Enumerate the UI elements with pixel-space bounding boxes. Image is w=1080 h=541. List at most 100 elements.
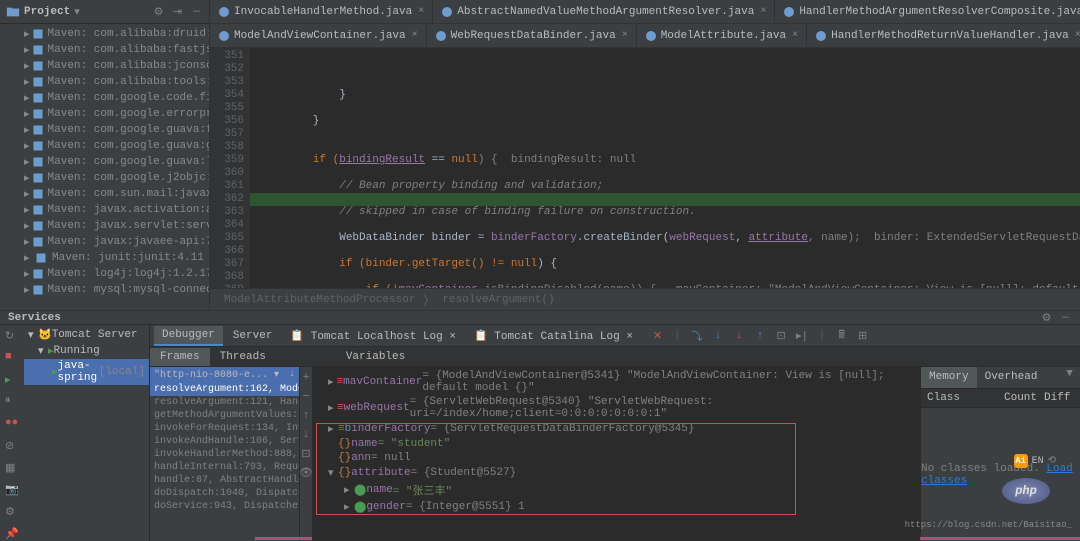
layout-icon[interactable]: ▦ <box>5 461 19 475</box>
var-row[interactable]: ▾{} attribute = {Student@5527} <box>312 465 920 481</box>
var-row[interactable]: ▸⬤ gender = {Integer@5551} 1 <box>312 499 920 515</box>
settings-icon[interactable]: ⚙ <box>152 5 165 18</box>
view-breakpoints-icon[interactable]: ●● <box>5 417 19 431</box>
step-out-icon[interactable]: ↑ <box>754 329 767 342</box>
tree-item[interactable]: ▸Maven: javax.servlet:servlet-api:2.5 <box>0 218 209 234</box>
stack-frame[interactable]: doDispatch:1040, DispatcherServlet (or <box>150 487 299 500</box>
java-spring-node[interactable]: ▸ java-spring [local] <box>24 359 149 385</box>
stack-frame[interactable]: invokeAndHandle:106, ServletInvocabl <box>150 435 299 448</box>
tree-item[interactable]: ▸Maven: com.alibaba:druid:1.0.18 <box>0 26 209 42</box>
resume-icon[interactable]: ▸ <box>5 373 19 387</box>
editor-tab[interactable]: ModelAndViewContainer.java× <box>210 24 427 47</box>
code-content[interactable]: } } if (bindingResult == null) { binding… <box>250 48 1080 288</box>
stack-frame[interactable]: doService:943, DispatcherServlet (org. <box>150 500 299 513</box>
editor-tab[interactable]: WebRequestDataBinder.java× <box>427 24 637 47</box>
stack-frame[interactable]: getMethodArgumentValues:167, Invocab <box>150 409 299 422</box>
project-header[interactable]: Project ▾ ⚙ ⇥ — <box>0 0 209 24</box>
tree-item[interactable]: ▸Maven: com.google.guava:listenablefutur… <box>0 154 209 170</box>
tree-item[interactable]: ▸Maven: com.sun.mail:javax.mail:1.5.0 <box>0 186 209 202</box>
editor-tab[interactable]: HandlerMethodArgumentResolverComposite.j… <box>775 0 1080 23</box>
frames-tab[interactable]: Frames <box>150 348 210 366</box>
stack-frame[interactable]: invokeForRequest:134, InvocableHandl <box>150 422 299 435</box>
pin-icon[interactable]: 📌 <box>5 527 19 541</box>
close-icon[interactable]: × <box>412 30 418 41</box>
overhead-tab[interactable]: Overhead <box>977 367 1046 388</box>
tree-item[interactable]: ▸Maven: log4j:log4j:1.2.17 <box>0 266 209 282</box>
camera-icon[interactable]: 📷 <box>5 483 19 497</box>
collapse-icon[interactable]: ⇥ <box>171 5 184 18</box>
settings-icon[interactable]: ⚙ <box>1040 311 1053 324</box>
mute-breakpoints-icon[interactable]: ⊘ <box>5 439 19 453</box>
var-row[interactable]: ▸≡ webRequest = {ServletWebRequest@5340}… <box>312 395 920 421</box>
tree-item[interactable]: ▸Maven: com.alibaba:jconsole:1.8.0 <box>0 58 209 74</box>
hide-icon[interactable]: — <box>1059 311 1072 324</box>
remove-watch-icon[interactable]: − <box>300 390 313 403</box>
variables-tab[interactable]: Variables <box>336 348 415 366</box>
rerun-icon[interactable]: ↻ <box>5 329 19 343</box>
editor-tab[interactable]: ModelAttribute.java× <box>637 24 807 47</box>
var-row[interactable]: {} ann = null <box>312 451 920 465</box>
stack-frame[interactable]: resolveArgument:162, ModelAttributeM <box>150 383 299 396</box>
down-icon[interactable]: ↓ <box>300 428 313 441</box>
drop-frame-icon[interactable]: ⊡ <box>775 329 788 342</box>
threads-tab[interactable]: Threads <box>210 348 276 366</box>
tree-item[interactable]: ▸Maven: com.google.guava:guava:28.0-jre <box>0 138 209 154</box>
stack-frame[interactable]: handleInternal:793, RequestMappingH <box>150 461 299 474</box>
tree-item[interactable]: ▸Maven: javax:javaee-api:7.0 <box>0 234 209 250</box>
stack-frame[interactable]: invokeHandlerMethod:888, RequestMa <box>150 448 299 461</box>
tree-item[interactable]: ▸Maven: com.google.code.findbugs:jsr305:… <box>0 90 209 106</box>
settings-icon[interactable]: ⚙ <box>5 505 19 519</box>
close-icon[interactable]: × <box>760 6 766 17</box>
filter-icon[interactable]: ▼ <box>1063 367 1076 380</box>
thread-selector[interactable]: "http-nio-8080-e... ▾ ↓ <box>150 367 299 383</box>
tab-server[interactable]: Server <box>225 327 281 345</box>
running-node[interactable]: ▾▸ Running <box>24 343 149 359</box>
var-row[interactable]: ▸≡ mavContainer = {ModelAndViewContainer… <box>312 369 920 395</box>
tree-item[interactable]: ▸Maven: com.google.guava:failureaccess:1… <box>0 122 209 138</box>
hide-icon[interactable]: — <box>190 5 203 18</box>
editor-tab[interactable]: InvocableHandlerMethod.java× <box>210 0 433 23</box>
stop-icon[interactable]: ■ <box>5 351 19 365</box>
editor-tab[interactable]: HandlerMethodReturnValueHandler.java× <box>807 24 1080 47</box>
stack-frame[interactable]: resolveArgument:121, HandlerMethodA <box>150 396 299 409</box>
tree-item[interactable]: ▸Maven: com.alibaba:tools:1.8.0 <box>0 74 209 90</box>
step-into-icon[interactable]: ↓ <box>712 329 725 342</box>
pause-icon[interactable]: ⏸ <box>5 395 19 409</box>
tab-localhost-log[interactable]: 📋 Tomcat Localhost Log × <box>282 326 464 346</box>
up-icon[interactable]: ↑ <box>300 409 313 422</box>
step-over-icon[interactable]: ⤵ <box>691 329 704 342</box>
tree-item[interactable]: ▸Maven: mysql:mysql-connector-java:5.1.4… <box>0 282 209 298</box>
memory-empty-message: No classes loaded. Load classes <box>921 408 1080 541</box>
memory-tab[interactable]: Memory <box>921 367 977 388</box>
force-step-into-icon[interactable]: ↓ <box>733 329 746 342</box>
evaluate-expression-icon[interactable]: 🖩 <box>835 329 848 342</box>
run-to-cursor-icon[interactable]: ▸| <box>796 329 809 342</box>
tomcat-server-node[interactable]: ▾🐱 Tomcat Server <box>24 327 149 343</box>
show-watches-icon[interactable]: 👁 <box>300 466 313 479</box>
close-icon[interactable]: ✕ <box>651 329 664 342</box>
editor-tabs-row1: InvocableHandlerMethod.java× AbstractNam… <box>210 0 1080 24</box>
duplicate-icon[interactable]: ⊡ <box>300 447 313 460</box>
tree-item[interactable]: ▸Maven: javax.activation:activation:1.1 <box>0 202 209 218</box>
tab-debugger[interactable]: Debugger <box>154 326 223 346</box>
tree-item[interactable]: ▸Maven: com.alibaba:fastjson:1.2.39 <box>0 42 209 58</box>
java-icon <box>783 6 795 18</box>
tree-item[interactable]: ▸Maven: com.google.errorprone:error_pron… <box>0 106 209 122</box>
close-icon[interactable]: × <box>622 30 628 41</box>
editor-tab[interactable]: AbstractNamedValueMethodArgumentResolver… <box>433 0 775 23</box>
stack-frame[interactable]: handle:87, AbstractHandlerMethodAda <box>150 474 299 487</box>
breadcrumb[interactable]: ModelAttributeMethodProcessor〉resolveArg… <box>210 288 1080 310</box>
tree-item[interactable]: ▸Maven: junit:junit:4.11 <box>0 250 209 266</box>
trace-icon[interactable]: ⊞ <box>856 329 869 342</box>
var-row[interactable]: ▸≡ binderFactory = {ServletRequestDataBi… <box>312 421 920 437</box>
close-icon[interactable]: × <box>418 6 424 17</box>
close-icon[interactable]: × <box>792 30 798 41</box>
col-diff: Diff <box>1044 392 1074 404</box>
add-watch-icon[interactable]: + <box>300 371 313 384</box>
var-row[interactable]: {} name = "student" <box>312 437 920 451</box>
close-icon[interactable]: × <box>1075 30 1080 41</box>
tab-catalina-log[interactable]: 📋 Tomcat Catalina Log × <box>466 326 641 346</box>
var-row[interactable]: ▸⬤ name = "张三丰" <box>312 481 920 499</box>
code-editor[interactable]: 3513523533543553563573583593603613623633… <box>210 48 1080 288</box>
tree-item[interactable]: ▸Maven: com.google.j2objc:j2objc-annotat… <box>0 170 209 186</box>
